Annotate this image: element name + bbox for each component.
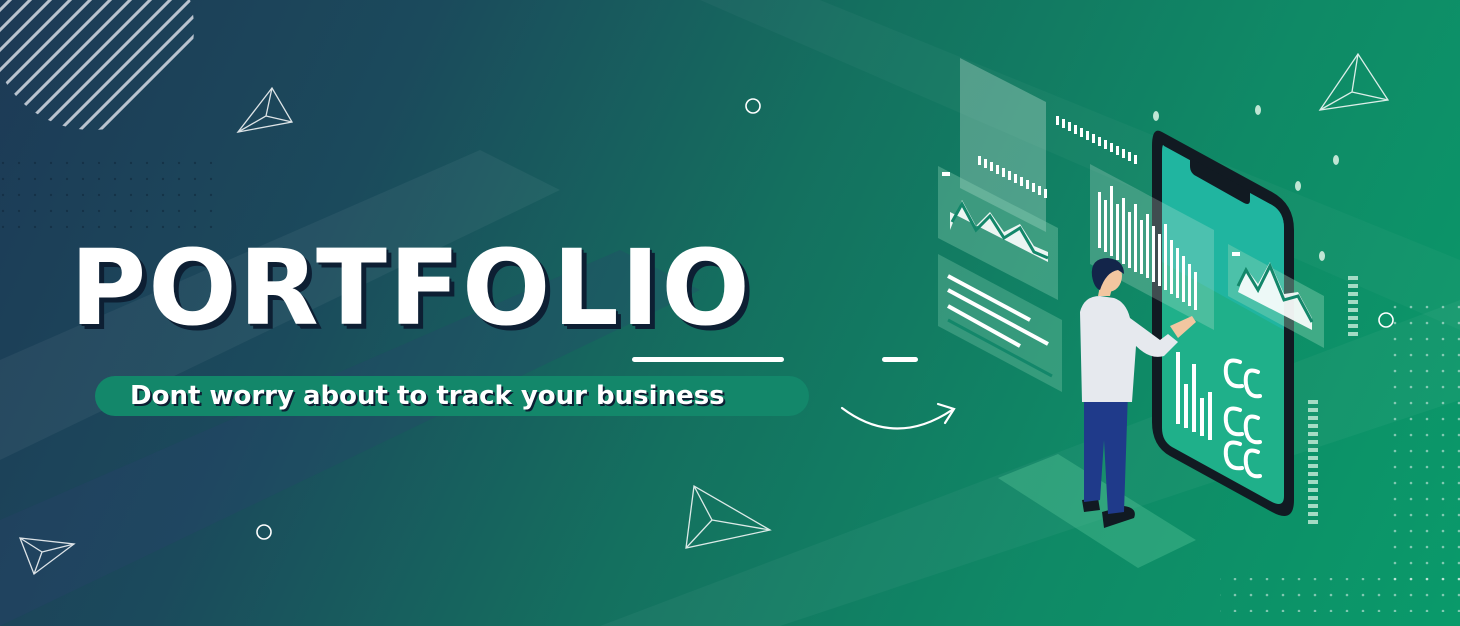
banner-title: PORTFOLIO <box>70 227 752 349</box>
smartphone <box>1152 130 1294 516</box>
banner-subtitle: Dont worry about to track your business <box>130 381 725 411</box>
title-dash <box>882 357 918 362</box>
title-underline <box>632 357 784 362</box>
portfolio-banner: PORTFOLIO Dont worry about to track your… <box>0 0 1460 626</box>
